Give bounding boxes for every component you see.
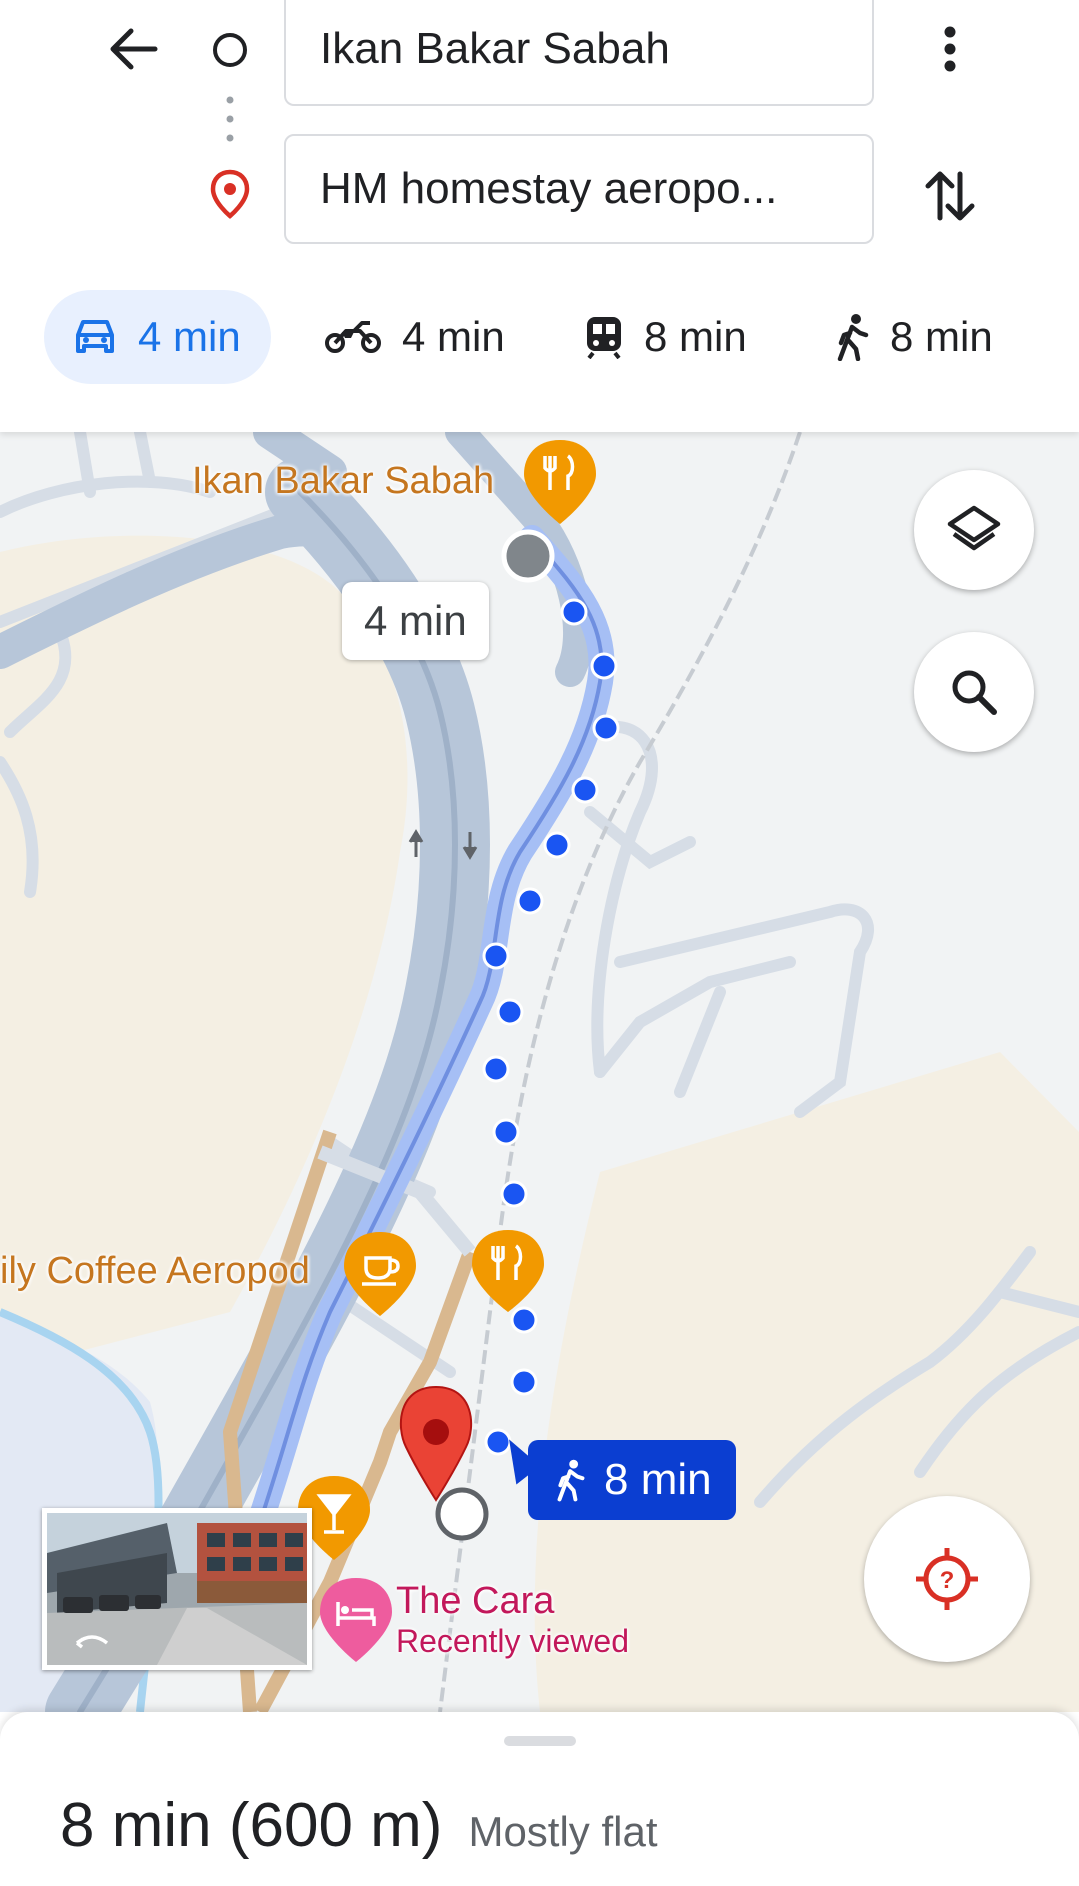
back-button[interactable]	[98, 14, 168, 84]
origin-text: Ikan Bakar Sabah	[320, 24, 670, 73]
destination-text: HM homestay aeropo...	[320, 164, 778, 213]
my-location-button[interactable]: ?	[864, 1496, 1030, 1662]
search-icon	[952, 670, 997, 715]
train-icon	[587, 317, 621, 359]
restaurant-pin-mid	[472, 1230, 544, 1312]
route-duration-bubble[interactable]: 4 min	[342, 582, 489, 660]
mode-walk[interactable]: 8 min	[836, 290, 993, 384]
map-view[interactable]: Ikan Bakar Sabah ily Coffee Aeropod The …	[0, 432, 1079, 1712]
mode-transit[interactable]: 8 min	[584, 290, 747, 384]
mode-walk-label: 8 min	[890, 313, 993, 360]
mode-drive[interactable]: 4 min	[44, 290, 271, 384]
route-summary-sheet[interactable]: 8 min (600 m) Mostly flat	[0, 1712, 1079, 1886]
route-end-marker	[435, 1487, 489, 1541]
origin-input[interactable]: Ikan Bakar Sabah	[284, 0, 874, 106]
street-view-thumbnail[interactable]	[42, 1508, 312, 1670]
location-unknown-icon: ?	[916, 1548, 978, 1610]
car-icon	[76, 320, 114, 353]
destination-red-pin	[399, 1385, 473, 1502]
mode-drive-label: 4 min	[138, 313, 241, 360]
walk-duration-text: 8 min	[604, 1455, 712, 1504]
more-options-button[interactable]	[920, 14, 980, 84]
more-vertical-icon	[944, 26, 956, 72]
poi-label-hotel[interactable]: The Cara Recently viewed	[396, 1580, 629, 1660]
destination-pin-icon	[210, 169, 250, 219]
destination-input[interactable]: HM homestay aeropo...	[284, 134, 874, 244]
route-summary: 8 min (600 m) Mostly flat	[60, 1790, 658, 1861]
poi-label-origin[interactable]: Ikan Bakar Sabah	[192, 460, 494, 503]
route-start-marker	[501, 529, 555, 583]
route-connector-dots	[226, 96, 234, 142]
back-arrow-icon	[110, 28, 158, 70]
route-time-distance: 8 min (600 m)	[60, 1791, 443, 1860]
swap-button[interactable]	[912, 158, 988, 234]
search-along-route-button[interactable]	[914, 632, 1034, 752]
poi-label-coffee[interactable]: ily Coffee Aeropod	[0, 1250, 310, 1293]
hotel-pin	[320, 1578, 392, 1662]
walking-icon	[837, 314, 869, 361]
street-view-image	[47, 1513, 307, 1665]
mode-motorcycle-label: 4 min	[402, 313, 505, 360]
hotel-note: Recently viewed	[396, 1623, 629, 1659]
svg-text:?: ?	[940, 1567, 955, 1594]
layers-icon	[947, 505, 1001, 551]
origin-circle-icon	[213, 33, 247, 67]
drag-handle[interactable]	[504, 1736, 576, 1746]
mode-motorcycle[interactable]: 4 min	[324, 290, 505, 384]
walk-duration-bubble[interactable]: 8 min	[528, 1440, 736, 1520]
motorcycle-icon	[325, 321, 381, 353]
layers-button[interactable]	[914, 470, 1034, 590]
hotel-name: The Cara	[396, 1580, 555, 1622]
swap-arrows-icon	[925, 171, 975, 221]
mode-transit-label: 8 min	[644, 313, 747, 360]
directions-header: Ikan Bakar Sabah HM homestay aeropo... 4…	[0, 0, 1079, 432]
route-terrain: Mostly flat	[468, 1808, 658, 1855]
walking-icon	[557, 1459, 585, 1502]
route-duration-text: 4 min	[364, 597, 467, 644]
